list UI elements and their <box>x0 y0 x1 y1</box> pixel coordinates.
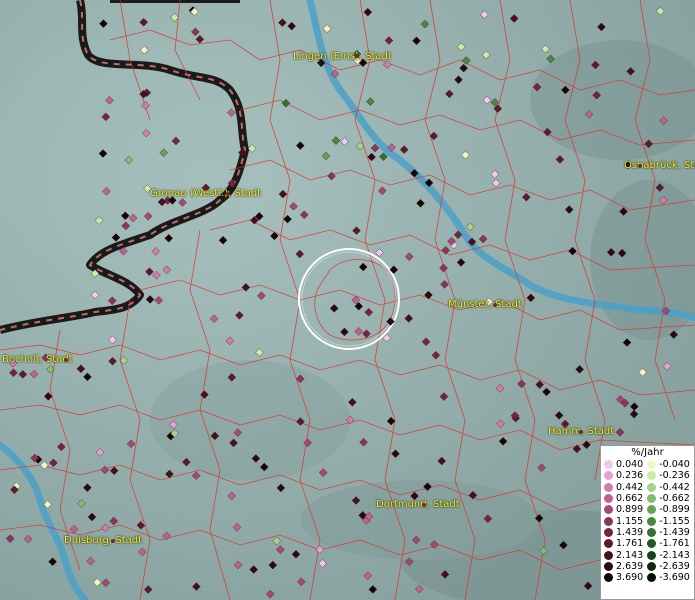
legend-swatch <box>604 505 613 515</box>
legend-entry-positive: 1.761 <box>603 538 643 549</box>
legend-entry-positive: 1.155 <box>603 515 644 527</box>
legend-entry-positive: 2.639 <box>603 561 643 572</box>
legend-entry-negative: -2.143 <box>643 549 690 561</box>
city-label-gronau: Gronau (Westf.), Stadt <box>150 188 262 199</box>
legend-label: 3.690 <box>616 572 644 584</box>
legend-label: 0.442 <box>616 481 644 493</box>
city-marker <box>355 54 359 58</box>
legend-label: 0.662 <box>616 493 644 505</box>
legend-swatch <box>604 561 613 571</box>
legend: %/Jahr 0.040 -0.040 0.236 -0.236 0.442 -0.442… <box>600 445 695 600</box>
legend-swatch <box>647 550 657 560</box>
legend-swatch <box>647 561 657 571</box>
legend-swatch <box>604 516 613 526</box>
legend-entry-negative: -1.155 <box>643 515 690 527</box>
legend-row: 3.690 -3.690 <box>603 572 690 583</box>
legend-label: -1.439 <box>659 526 690 538</box>
legend-label: 1.439 <box>616 526 644 538</box>
legend-label: 2.143 <box>616 549 644 561</box>
legend-swatch <box>647 573 657 583</box>
legend-swatch <box>647 527 657 537</box>
legend-swatch <box>604 471 613 481</box>
city-label-duisburg: Duisburg, Stadt <box>64 535 143 546</box>
legend-row: 2.639 -2.639 <box>603 561 690 572</box>
legend-entry-negative: -0.662 <box>643 493 690 504</box>
legend-swatch <box>647 460 657 470</box>
legend-entry-negative: -1.439 <box>643 527 690 538</box>
legend-row: 0.040 -0.040 <box>603 459 690 470</box>
legend-label: -1.155 <box>659 515 690 527</box>
legend-swatch <box>647 482 657 492</box>
legend-entry-positive: 0.899 <box>603 504 643 515</box>
legend-entry-positive: 3.690 <box>603 572 643 583</box>
map-canvas[interactable] <box>0 0 695 600</box>
city-label-bocholt: Bocholt, Stadt <box>2 354 73 365</box>
legend-swatch <box>604 460 613 470</box>
legend-entry-positive: 0.236 <box>603 470 643 481</box>
legend-row: 1.439 -1.439 <box>603 527 690 538</box>
legend-entry-negative: -0.040 <box>643 459 690 470</box>
legend-swatch <box>647 505 657 515</box>
legend-label: -0.899 <box>659 504 690 516</box>
city-marker <box>638 164 642 168</box>
legend-label: -2.639 <box>659 560 690 572</box>
legend-swatch <box>647 539 657 549</box>
legend-label: 0.040 <box>616 459 644 471</box>
city-label-osnabrueck: Osnabrück, Stadt <box>624 160 695 171</box>
city-marker <box>422 503 426 507</box>
legend-row: 0.236 -0.236 <box>603 470 690 481</box>
legend-swatch <box>647 516 657 526</box>
legend-row: 0.899 -0.899 <box>603 504 690 515</box>
legend-label: -2.143 <box>659 549 690 561</box>
city-marker <box>111 539 115 543</box>
legend-entry-positive: 1.439 <box>603 527 643 538</box>
legend-entry-positive: 0.662 <box>603 493 643 504</box>
legend-swatch <box>604 527 613 537</box>
legend-label: 1.155 <box>616 515 644 527</box>
legend-row: 0.662 -0.662 <box>603 493 690 504</box>
city-label-lingen: Lingen (Ems), Stadt <box>293 51 392 62</box>
legend-unit: %/Jahr <box>631 447 664 458</box>
legend-entry-negative: -3.690 <box>643 572 690 583</box>
legend-label: -0.040 <box>659 459 690 471</box>
legend-row: 1.761 -1.761 <box>603 538 690 549</box>
legend-label: -0.662 <box>659 493 690 505</box>
legend-row: 0.442 -0.442 <box>603 482 690 493</box>
legend-swatch <box>647 471 657 481</box>
legend-entry-negative: -0.899 <box>643 504 690 515</box>
city-marker <box>226 192 230 196</box>
legend-row: 1.155 -1.155 <box>603 515 690 527</box>
legend-label: 0.236 <box>616 470 644 482</box>
legend-label: 1.761 <box>616 538 644 550</box>
city-label-muenster: Münster, Stadt <box>448 299 522 310</box>
legend-swatch <box>604 539 613 549</box>
legend-entry-negative: -2.639 <box>643 561 690 572</box>
legend-entry-positive: 0.442 <box>603 482 643 493</box>
legend-label: 2.639 <box>616 560 644 572</box>
legend-table: 0.040 -0.040 0.236 -0.236 0.442 -0.442 0.662 -0… <box>603 459 690 583</box>
legend-label: -1.761 <box>659 538 690 550</box>
legend-swatch <box>604 494 613 504</box>
city-label-dortmund: Dortmund, Stadt <box>376 499 460 510</box>
legend-label: -3.690 <box>659 572 690 584</box>
legend-entry-positive: 2.143 <box>603 549 644 561</box>
legend-swatch <box>647 494 657 504</box>
city-marker <box>493 303 497 307</box>
legend-entry-negative: -0.236 <box>643 470 690 481</box>
legend-label: -0.236 <box>659 470 690 482</box>
city-marker <box>64 358 68 362</box>
legend-label: -0.442 <box>659 481 690 493</box>
legend-entry-negative: -0.442 <box>643 482 690 493</box>
legend-swatch <box>604 482 613 492</box>
legend-swatch <box>604 550 613 560</box>
legend-row: 2.143 -2.143 <box>603 549 690 561</box>
legend-entry-positive: 0.040 <box>603 459 643 470</box>
legend-label: 0.899 <box>616 504 644 516</box>
legend-entry-negative: -1.761 <box>643 538 690 549</box>
city-marker <box>579 430 583 434</box>
legend-swatch <box>604 573 613 583</box>
